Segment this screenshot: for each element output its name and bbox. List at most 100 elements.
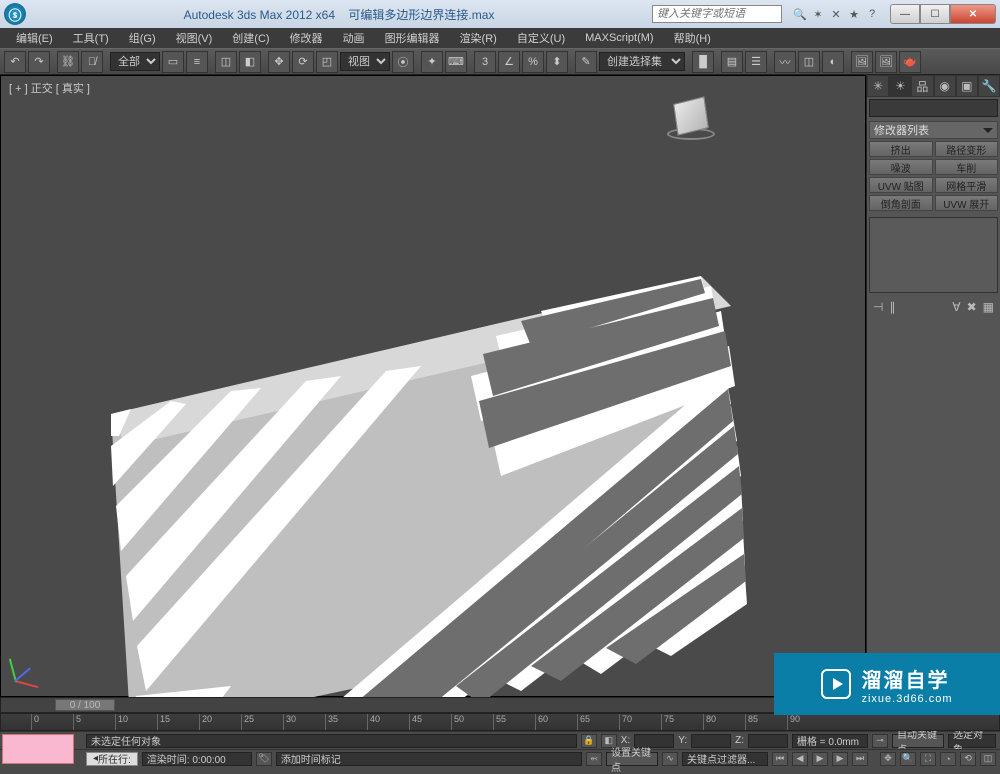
goto-start-icon[interactable]: ⏮ bbox=[772, 752, 788, 766]
y-field[interactable] bbox=[691, 734, 731, 748]
schematic-view-button[interactable]: ◫ bbox=[798, 51, 820, 73]
nav-orbit-icon[interactable]: ⟲ bbox=[960, 752, 976, 766]
redo-button[interactable]: ↷ bbox=[28, 51, 50, 73]
mod-meshsmooth[interactable]: 网格平滑 bbox=[935, 177, 999, 193]
named-selection-set[interactable]: 创建选择集 bbox=[599, 52, 685, 71]
search-input[interactable] bbox=[652, 5, 782, 23]
manipulate-button[interactable]: ✦ bbox=[421, 51, 443, 73]
show-end-result-icon[interactable]: ∥ bbox=[889, 300, 895, 314]
add-time-tag-field[interactable]: 添加时间标记 bbox=[276, 752, 582, 766]
nav-zoom-icon[interactable]: 🔍 bbox=[900, 752, 916, 766]
time-tag-icon[interactable]: 🏷 bbox=[256, 752, 272, 766]
undo-button[interactable]: ↶ bbox=[4, 51, 26, 73]
pivot-button[interactable]: ⦿ bbox=[392, 51, 414, 73]
key-mode-icon[interactable]: ⊸ bbox=[872, 734, 888, 748]
menu-edit[interactable]: 编辑(E) bbox=[6, 28, 63, 48]
rendered-frame-button[interactable]: 🖼 bbox=[875, 51, 897, 73]
menu-grapheditors[interactable]: 图形编辑器 bbox=[375, 28, 450, 48]
mod-extrude[interactable]: 挤出 bbox=[869, 141, 933, 157]
tab-display[interactable]: ▣ bbox=[956, 75, 978, 97]
mod-uvwmap[interactable]: UVW 贴图 bbox=[869, 177, 933, 193]
select-rotate-button[interactable]: ⟳ bbox=[292, 51, 314, 73]
menu-help[interactable]: 帮助(H) bbox=[664, 28, 721, 48]
menu-rendering[interactable]: 渲染(R) bbox=[450, 28, 507, 48]
modifier-list-dropdown[interactable]: 修改器列表 bbox=[869, 121, 998, 139]
align-button[interactable]: ▤ bbox=[721, 51, 743, 73]
tab-hierarchy[interactable]: 品 bbox=[911, 75, 933, 97]
keyboard-shortcut-button[interactable]: ⌨ bbox=[445, 51, 467, 73]
tab-utilities[interactable]: 🔧 bbox=[978, 75, 1000, 97]
goto-end-icon[interactable]: ⏭ bbox=[852, 752, 868, 766]
menu-tools[interactable]: 工具(T) bbox=[63, 28, 119, 48]
percent-snap-button[interactable]: % bbox=[522, 51, 544, 73]
selection-filter[interactable]: 全部 bbox=[110, 52, 160, 71]
time-slider-handle[interactable]: 0 / 100 bbox=[55, 699, 115, 711]
select-move-button[interactable]: ✥ bbox=[268, 51, 290, 73]
angle-snap-button[interactable]: ∠ bbox=[498, 51, 520, 73]
mod-noise[interactable]: 噪波 bbox=[869, 159, 933, 175]
select-by-name-button[interactable]: ≡ bbox=[186, 51, 208, 73]
close-button[interactable]: ✕ bbox=[950, 4, 996, 24]
configure-sets-icon[interactable]: ▦ bbox=[983, 300, 994, 314]
z-field[interactable] bbox=[748, 734, 788, 748]
app-icon[interactable]: ⓢ bbox=[4, 3, 26, 25]
modifier-stack[interactable] bbox=[869, 217, 998, 293]
select-region-button[interactable]: ◫ bbox=[215, 51, 237, 73]
select-object-button[interactable]: ▭ bbox=[162, 51, 184, 73]
edit-named-sel-button[interactable]: ✎ bbox=[575, 51, 597, 73]
time-ruler[interactable]: 051015202530354045505560657075808590 bbox=[0, 713, 1000, 731]
key-filters-button[interactable]: 关键点过滤器... bbox=[682, 752, 768, 766]
tab-create[interactable]: ✳ bbox=[867, 75, 889, 97]
render-production-button[interactable]: 🫖 bbox=[899, 51, 921, 73]
make-unique-icon[interactable]: ∀ bbox=[952, 300, 960, 314]
setkey-button[interactable]: 设置关键点 bbox=[606, 752, 658, 766]
next-frame-icon[interactable]: ▶ bbox=[832, 752, 848, 766]
minimize-button[interactable]: — bbox=[890, 4, 920, 24]
mod-lathe[interactable]: 车削 bbox=[935, 159, 999, 175]
mod-bevelprofile[interactable]: 倒角剖面 bbox=[869, 195, 933, 211]
curve-editor-button[interactable]: 〰 bbox=[774, 51, 796, 73]
menu-animation[interactable]: 动画 bbox=[333, 28, 375, 48]
remove-modifier-icon[interactable]: ✖ bbox=[967, 300, 977, 314]
window-crossing-button[interactable]: ◧ bbox=[239, 51, 261, 73]
object-name-field[interactable] bbox=[869, 99, 998, 117]
track-bar-key-block[interactable] bbox=[2, 734, 74, 764]
spinner-snap-button[interactable]: ⬍ bbox=[546, 51, 568, 73]
link-button[interactable]: ⛓ bbox=[57, 51, 79, 73]
viewcube[interactable] bbox=[667, 96, 715, 144]
ref-coord-system[interactable]: 视图 bbox=[340, 52, 390, 71]
play-icon[interactable]: ▶ bbox=[812, 752, 828, 766]
selected-keytarget[interactable]: 选定对象 bbox=[948, 734, 996, 748]
autokey-button[interactable]: 自动关键点 bbox=[892, 734, 944, 748]
nav-maxtoggle-icon[interactable]: ◫ bbox=[980, 752, 996, 766]
help-icon[interactable]: ? bbox=[864, 6, 880, 22]
search-icon[interactable]: 🔍 bbox=[792, 6, 808, 22]
material-editor-button[interactable]: ◐ bbox=[822, 51, 844, 73]
subscription-icon[interactable]: ✶ bbox=[810, 6, 826, 22]
nav-pan-icon[interactable]: ✥ bbox=[880, 752, 896, 766]
setkey-largebutton[interactable]: ⬻ bbox=[586, 752, 602, 766]
unlink-button[interactable]: ⛓̸ bbox=[81, 51, 103, 73]
mod-unwrapuvw[interactable]: UVW 展开 bbox=[935, 195, 999, 211]
mod-pathdeform[interactable]: 路径变形 bbox=[935, 141, 999, 157]
mesh-object[interactable] bbox=[71, 176, 811, 746]
key-filters-icon[interactable]: ∿ bbox=[662, 752, 678, 766]
tab-modify[interactable]: ☀ bbox=[889, 75, 911, 97]
snap-toggle-button[interactable]: 3 bbox=[474, 51, 496, 73]
menu-create[interactable]: 创建(C) bbox=[222, 28, 279, 48]
viewport[interactable]: [ + ] 正交 [ 真实 ] bbox=[0, 75, 866, 697]
menu-modifiers[interactable]: 修改器 bbox=[280, 28, 333, 48]
select-scale-button[interactable]: ◰ bbox=[316, 51, 338, 73]
viewport-label[interactable]: [ + ] 正交 [ 真实 ] bbox=[9, 80, 90, 96]
menu-customize[interactable]: 自定义(U) bbox=[507, 28, 575, 48]
exchange-icon[interactable]: ✕ bbox=[828, 6, 844, 22]
favorite-icon[interactable]: ★ bbox=[846, 6, 862, 22]
prev-frame-icon[interactable]: ◀ bbox=[792, 752, 808, 766]
lock-selection-icon[interactable]: 🔒 bbox=[581, 734, 597, 748]
row-indicator[interactable]: ◂ 所在行: bbox=[86, 752, 138, 766]
render-setup-button[interactable]: 🖼 bbox=[851, 51, 873, 73]
menu-group[interactable]: 组(G) bbox=[119, 28, 166, 48]
nav-fov-icon[interactable]: ◔ bbox=[940, 752, 956, 766]
menu-views[interactable]: 视图(V) bbox=[166, 28, 223, 48]
pin-stack-icon[interactable]: ⊣ bbox=[873, 300, 883, 314]
